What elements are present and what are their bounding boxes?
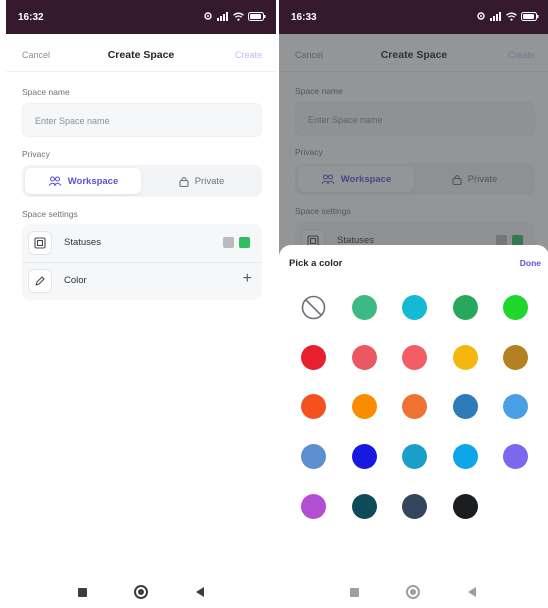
- color-swatch[interactable]: [503, 345, 528, 370]
- color-swatch[interactable]: [503, 295, 528, 320]
- settings-icon: [204, 12, 212, 20]
- status-icons: [476, 11, 539, 21]
- settings-row-label: Color: [64, 275, 87, 286]
- create-space-sheet: Cancel Create Space Create Space name En…: [6, 38, 276, 608]
- sheet-header: Cancel Create Space Create: [6, 38, 276, 72]
- color-swatch[interactable]: [402, 345, 427, 370]
- settings-row-color[interactable]: Color +: [22, 262, 262, 300]
- pick-color-screen: 16:33 Cancel Create Space Create Space n…: [279, 0, 548, 608]
- color-swatch[interactable]: [402, 444, 427, 469]
- color-swatch[interactable]: [352, 394, 377, 419]
- color-swatch[interactable]: [453, 345, 478, 370]
- space-settings-label: Space settings: [22, 209, 78, 219]
- home-nav-icon[interactable]: [406, 585, 420, 599]
- color-picker-sheet: Pick a color Done: [279, 245, 548, 608]
- privacy-option-workspace[interactable]: Workspace: [25, 168, 141, 194]
- battery-icon: [521, 11, 539, 21]
- recents-nav-icon[interactable]: [78, 588, 87, 597]
- color-swatch[interactable]: [503, 394, 528, 419]
- color-swatch[interactable]: [453, 444, 478, 469]
- battery-icon: [248, 11, 266, 21]
- color-swatch[interactable]: [352, 295, 377, 320]
- space-name-placeholder: Enter Space name: [35, 116, 110, 126]
- back-nav-icon[interactable]: [196, 587, 204, 597]
- color-swatch[interactable]: [402, 394, 427, 419]
- picker-title: Pick a color: [289, 258, 343, 269]
- space-name-input[interactable]: Enter Space name: [22, 103, 262, 137]
- create-button[interactable]: Create: [235, 50, 262, 60]
- people-icon: [48, 176, 62, 186]
- status-time: 16:33: [291, 12, 317, 23]
- status-box-icon: [28, 231, 52, 255]
- status-bar: 16:33: [279, 0, 548, 34]
- color-swatch[interactable]: [503, 444, 528, 469]
- home-nav-icon[interactable]: [134, 585, 148, 599]
- color-swatch[interactable]: [453, 394, 478, 419]
- settings-row-label: Statuses: [64, 237, 101, 248]
- privacy-label: Privacy: [22, 149, 50, 159]
- settings-icon: [477, 12, 485, 20]
- color-swatch[interactable]: [402, 295, 427, 320]
- color-swatch[interactable]: [352, 444, 377, 469]
- status-time: 16:32: [18, 12, 44, 23]
- status-swatch-gray: [223, 237, 234, 248]
- privacy-toggle: Workspace Private: [22, 165, 262, 197]
- lock-icon: [179, 176, 189, 187]
- system-navbar: [6, 582, 276, 608]
- color-swatch[interactable]: [301, 345, 326, 370]
- privacy-option-label: Workspace: [67, 175, 119, 187]
- color-swatch[interactable]: [453, 494, 478, 519]
- status-icons: [203, 11, 266, 21]
- wifi-icon: [506, 12, 517, 21]
- privacy-option-private[interactable]: Private: [144, 168, 259, 194]
- pen-icon: [28, 269, 52, 293]
- settings-row-statuses[interactable]: Statuses: [22, 224, 262, 262]
- status-swatch-green: [239, 237, 250, 248]
- space-settings-card: Statuses Color +: [22, 224, 262, 300]
- status-bar: 16:32: [6, 0, 276, 34]
- no-color-icon[interactable]: [301, 295, 326, 320]
- space-name-label: Space name: [22, 87, 70, 97]
- color-swatch[interactable]: [453, 295, 478, 320]
- recents-nav-icon[interactable]: [350, 588, 359, 597]
- done-button[interactable]: Done: [520, 258, 541, 268]
- signal-icon: [217, 11, 228, 21]
- color-swatch[interactable]: [352, 345, 377, 370]
- color-swatch[interactable]: [301, 394, 326, 419]
- color-swatch[interactable]: [301, 494, 326, 519]
- color-swatch[interactable]: [352, 494, 377, 519]
- privacy-option-label: Private: [194, 175, 225, 187]
- signal-icon: [490, 11, 501, 21]
- back-nav-icon[interactable]: [468, 587, 476, 597]
- system-navbar: [279, 582, 548, 608]
- color-swatch[interactable]: [402, 494, 427, 519]
- color-swatch[interactable]: [301, 444, 326, 469]
- create-space-screen: 16:32 Cancel Create Space Create Space n…: [6, 0, 276, 608]
- add-color-button[interactable]: +: [243, 271, 252, 287]
- wifi-icon: [233, 12, 244, 21]
